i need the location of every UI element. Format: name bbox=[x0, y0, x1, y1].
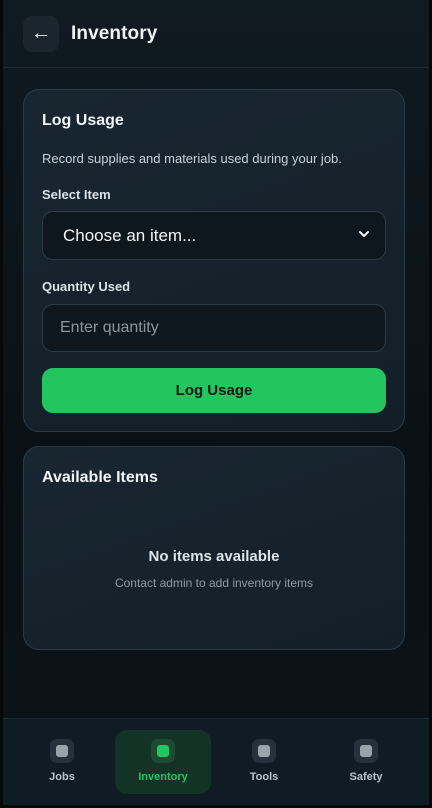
quantity-label: Quantity Used bbox=[42, 279, 131, 294]
app-header: ← Inventory bbox=[3, 0, 429, 68]
nav-item-safety[interactable]: Safety bbox=[318, 730, 414, 794]
app-screen: ← Inventory Log Usage Record supplies an… bbox=[0, 0, 432, 808]
nav-label-jobs: Jobs bbox=[49, 771, 75, 783]
back-button[interactable]: ← bbox=[23, 16, 59, 52]
quantity-placeholder: Enter quantity bbox=[60, 319, 159, 336]
jobs-icon bbox=[50, 739, 74, 763]
empty-state-subtitle: Contact admin to add inventory items bbox=[114, 576, 314, 590]
nav-item-jobs[interactable]: Jobs bbox=[14, 730, 110, 794]
nav-item-tools[interactable]: Tools bbox=[216, 730, 312, 794]
log-usage-title: Log Usage bbox=[42, 112, 124, 129]
nav-item-inventory[interactable]: Inventory bbox=[115, 730, 211, 794]
nav-label-safety: Safety bbox=[349, 771, 383, 783]
safety-icon bbox=[354, 739, 378, 763]
log-usage-button[interactable]: Log Usage bbox=[42, 368, 386, 413]
inventory-icon bbox=[151, 739, 175, 763]
available-items-card: Available Items No items available Conta… bbox=[23, 446, 405, 650]
chevron-down-icon bbox=[359, 231, 369, 237]
log-usage-card: Log Usage Record supplies and materials … bbox=[23, 89, 405, 432]
quantity-input[interactable]: Enter quantity bbox=[42, 304, 386, 352]
available-items-title: Available Items bbox=[42, 469, 158, 486]
nav-label-inventory: Inventory bbox=[138, 771, 188, 783]
item-select-value: Choose an item... bbox=[63, 226, 197, 245]
select-item-label: Select Item bbox=[42, 187, 111, 202]
empty-state-title: No items available bbox=[148, 548, 280, 565]
window-edge-left bbox=[0, 0, 3, 808]
bottom-nav: Jobs Inventory Tools Safety bbox=[3, 718, 429, 805]
log-usage-description: Record supplies and materials used durin… bbox=[42, 151, 342, 166]
item-select[interactable]: Choose an item... bbox=[42, 211, 386, 260]
page-title: Inventory bbox=[71, 23, 158, 44]
nav-label-tools: Tools bbox=[249, 771, 279, 783]
tools-icon bbox=[252, 739, 276, 763]
arrow-left-icon: ← bbox=[31, 22, 51, 44]
